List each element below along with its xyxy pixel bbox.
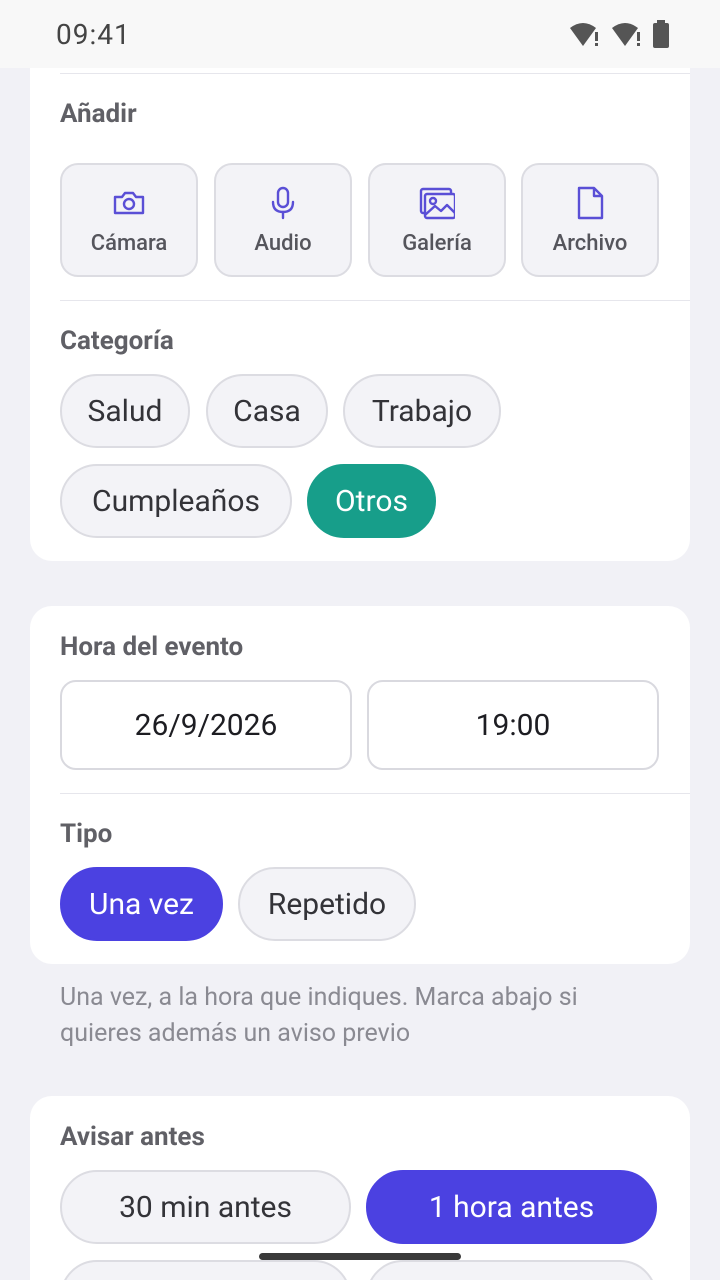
category-chip-cumpleanos[interactable]: Cumpleaños xyxy=(60,464,292,538)
notify-chip-30-min[interactable]: 30 min antes xyxy=(60,1170,351,1244)
audio-button[interactable]: Audio xyxy=(214,163,352,277)
time-field[interactable]: 19:00 xyxy=(367,680,659,770)
type-chip-una-vez-selected[interactable]: Una vez xyxy=(60,867,223,941)
camera-button[interactable]: Cámara xyxy=(60,163,198,277)
divider xyxy=(60,73,690,74)
type-chip-repetido[interactable]: Repetido xyxy=(238,867,416,941)
camera-icon xyxy=(113,191,145,214)
gallery-icon xyxy=(419,187,455,219)
type-section-title: Tipo xyxy=(60,819,113,849)
wifi-icon xyxy=(570,23,598,46)
divider xyxy=(60,300,690,301)
notify-chip-more[interactable] xyxy=(60,1260,351,1280)
battery-icon xyxy=(653,20,669,48)
file-button[interactable]: Archivo xyxy=(521,163,659,277)
category-chip-trabajo[interactable]: Trabajo xyxy=(343,374,501,448)
signal-icon xyxy=(612,23,640,46)
attachments-category-card: Añadir Cámara Audio Galería Archivo Cate… xyxy=(30,40,690,561)
category-chip-salud[interactable]: Salud xyxy=(60,374,190,448)
file-button-label: Archivo xyxy=(552,230,628,256)
gallery-button-label: Galería xyxy=(402,230,472,256)
file-icon xyxy=(577,186,604,219)
divider xyxy=(60,793,690,794)
home-indicator[interactable] xyxy=(259,1253,461,1260)
category-chip-casa[interactable]: Casa xyxy=(206,374,328,448)
type-helper-text: Una vez, a la hora que indiques. Marca a… xyxy=(60,983,578,1048)
notify-before-title: Avisar antes xyxy=(60,1122,205,1152)
notify-chip-1-hora-selected[interactable]: 1 hora antes xyxy=(366,1170,657,1244)
category-chip-otros-selected[interactable]: Otros xyxy=(307,464,436,538)
add-section-title: Añadir xyxy=(60,99,137,129)
notify-chip-more[interactable] xyxy=(366,1260,657,1280)
camera-button-label: Cámara xyxy=(90,230,168,256)
status-time: 09:41 xyxy=(56,17,131,51)
event-time-title: Hora del evento xyxy=(60,632,244,662)
status-icons xyxy=(568,20,670,48)
category-section-title: Categoría xyxy=(60,326,174,356)
date-field[interactable]: 26/9/2026 xyxy=(60,680,352,770)
status-bar: 09:41 xyxy=(0,0,720,68)
gallery-button[interactable]: Galería xyxy=(368,163,506,277)
audio-button-label: Audio xyxy=(254,230,312,256)
event-time-card: Hora del evento 26/9/2026 19:00 Tipo Una… xyxy=(30,606,690,964)
microphone-icon xyxy=(271,186,295,219)
